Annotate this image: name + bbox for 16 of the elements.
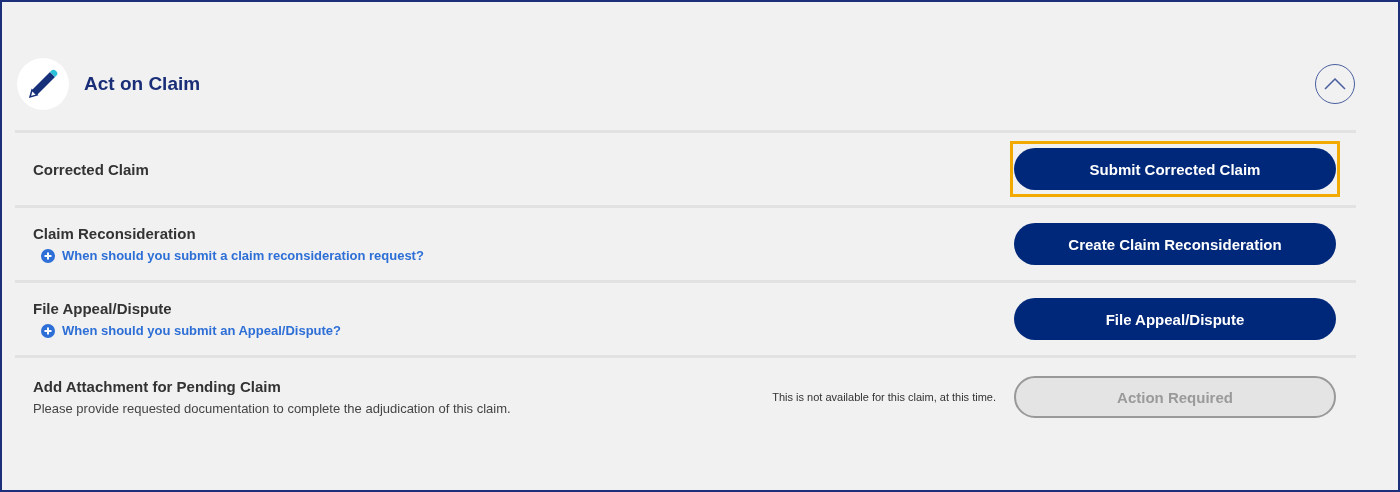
row-title: Corrected Claim (33, 160, 150, 178)
plus-circle-icon (41, 323, 55, 338)
plus-circle-icon (41, 248, 55, 263)
panel-title: Act on Claim (84, 73, 201, 95)
row-title: Claim Reconsideration (33, 225, 197, 242)
row-title: File Appeal/Dispute (33, 300, 173, 317)
action-button[interactable]: Submit Corrected Claim (1014, 148, 1336, 190)
row-description: Please provide requested documentation to complete the adjudication of this claim. (33, 401, 512, 416)
action-button[interactable]: File Appeal/Dispute (1014, 298, 1336, 340)
availability-note: This is not available for this claim, at this time. (772, 391, 996, 403)
chevron-up-icon (1324, 78, 1346, 90)
action-button[interactable]: Create Claim Reconsideration (1014, 223, 1336, 265)
row-title: Add Attachment for Pending Claim (33, 378, 282, 395)
pencil-icon (26, 67, 60, 101)
help-link[interactable]: When should you submit a claim reconsideration request? (41, 248, 1010, 263)
help-link[interactable]: When should you submit an Appeal/Dispute? (41, 323, 1010, 338)
